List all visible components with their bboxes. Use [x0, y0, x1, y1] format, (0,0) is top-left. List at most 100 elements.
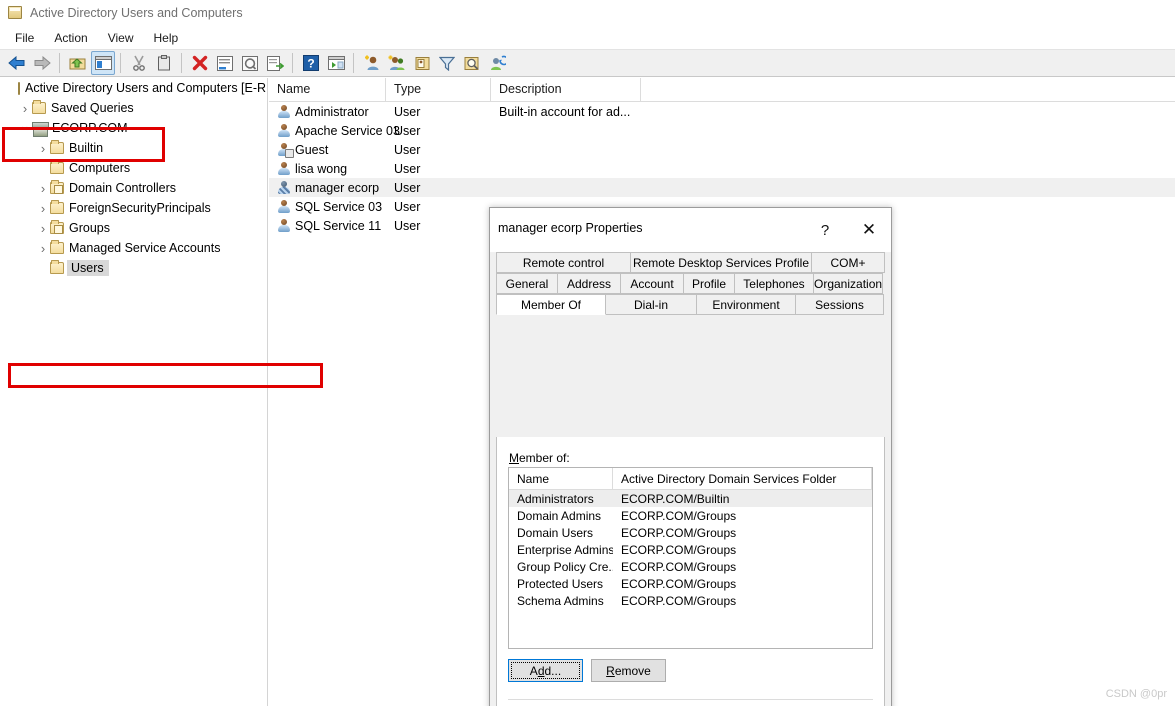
member-of-label: Member of: — [509, 451, 570, 465]
list-item[interactable]: Apache Service 03 User — [269, 121, 1175, 140]
chevron-right-icon[interactable] — [36, 201, 50, 216]
cut-icon[interactable] — [127, 51, 151, 75]
tab-remote-desktop-services-profile[interactable]: Remote Desktop Services Profile — [630, 252, 812, 273]
tree-item-domain-controllers[interactable]: Domain Controllers — [0, 178, 267, 198]
active-directory-window: Active Directory Users and Computers Fil… — [0, 0, 1175, 706]
tab-telephones[interactable]: Telephones — [734, 273, 814, 294]
member-of-row[interactable]: Group Policy Cre... ECORP.COM/Groups — [509, 558, 872, 575]
column-header-name[interactable]: Name — [509, 468, 613, 489]
tab-address[interactable]: Address — [557, 273, 621, 294]
tab-sessions[interactable]: Sessions — [795, 294, 884, 315]
member-of-row-highlighted[interactable]: Protected Users ECORP.COM/Groups — [509, 575, 872, 592]
menu-file[interactable]: File — [6, 28, 43, 48]
tree-item-label: Users — [67, 260, 109, 276]
menu-help[interactable]: Help — [145, 28, 188, 48]
add-button[interactable]: Add... — [508, 659, 583, 682]
tab-account[interactable]: Account — [620, 273, 684, 294]
list-item[interactable]: Administrator User Built-in account for … — [269, 102, 1175, 121]
up-folder-icon[interactable] — [66, 51, 90, 75]
refresh-icon[interactable] — [238, 51, 262, 75]
tree-item-users[interactable]: Users — [0, 258, 267, 278]
tab-environment[interactable]: Environment — [696, 294, 796, 315]
tab-row-2: General Address Account Profile Telephon… — [496, 273, 885, 294]
list-item-name-cell: SQL Service 03 — [269, 200, 386, 214]
member-of-row[interactable]: Domain Admins ECORP.COM/Groups — [509, 507, 872, 524]
chevron-right-icon[interactable] — [18, 101, 32, 116]
new-contact-icon[interactable] — [410, 51, 434, 75]
properties-icon[interactable] — [213, 51, 237, 75]
tree-item-groups[interactable]: Groups — [0, 218, 267, 238]
copy-paste-icon[interactable] — [152, 51, 176, 75]
tree-item-builtin[interactable]: Builtin — [0, 138, 267, 158]
close-icon[interactable]: ✕ — [847, 208, 891, 252]
member-of-row-folder: ECORP.COM/Groups — [621, 593, 737, 608]
remove-button[interactable]: Remove — [591, 659, 666, 682]
tab-member-of[interactable]: Member Of — [496, 294, 606, 315]
user-properties-dialog: manager ecorp Properties ? ✕ Remote cont… — [489, 207, 892, 706]
member-of-row[interactable]: Enterprise Admins ECORP.COM/Groups — [509, 541, 872, 558]
member-of-row-folder: ECORP.COM/Groups — [621, 576, 737, 591]
list-item-selected[interactable]: manager ecorp User — [269, 178, 1175, 197]
member-of-row-name: Enterprise Admins — [517, 542, 613, 557]
column-header-ad-folder[interactable]: Active Directory Domain Services Folder — [613, 468, 872, 489]
member-of-label-mnemonic: M — [509, 451, 519, 465]
tab-profile[interactable]: Profile — [683, 273, 735, 294]
tab-com-plus[interactable]: COM+ — [811, 252, 885, 273]
ou-folder-icon — [50, 180, 64, 194]
menubar: File Action View Help — [0, 26, 1175, 49]
tab-dial-in[interactable]: Dial-in — [605, 294, 697, 315]
delete-icon[interactable] — [188, 51, 212, 75]
toolbar: ? — [0, 49, 1175, 77]
list-item[interactable]: Guest User — [269, 140, 1175, 159]
tree-item-computers[interactable]: Computers — [0, 158, 267, 178]
help-icon[interactable]: ? — [299, 51, 323, 75]
list-item-name: manager ecorp — [295, 180, 380, 195]
tree-item-ecorp-com[interactable]: ECORP.COM — [0, 118, 267, 138]
help-question-icon[interactable]: ? — [803, 208, 847, 252]
chevron-right-icon[interactable] — [36, 141, 50, 156]
show-action-pane-icon[interactable] — [324, 51, 348, 75]
chevron-down-icon[interactable] — [18, 120, 32, 136]
chevron-right-icon[interactable] — [36, 181, 50, 196]
member-of-row-folder: ECORP.COM/Groups — [621, 542, 737, 557]
member-of-row-name: Protected Users — [517, 576, 604, 591]
tree-item-label: Saved Queries — [51, 101, 134, 115]
chevron-right-icon[interactable] — [36, 221, 50, 236]
filter-icon[interactable] — [435, 51, 459, 75]
tree-item-root[interactable]: Active Directory Users and Computers [E-… — [0, 78, 267, 98]
chevron-right-icon[interactable] — [36, 241, 50, 256]
folder-icon — [32, 100, 46, 114]
user-icon — [277, 105, 290, 118]
tree-item-label: Groups — [69, 221, 110, 235]
forward-arrow-icon[interactable] — [30, 51, 54, 75]
new-group-icon[interactable] — [385, 51, 409, 75]
saved-query-icon[interactable] — [485, 51, 509, 75]
console-tree-pane[interactable]: Active Directory Users and Computers [E-… — [0, 78, 268, 706]
member-of-row[interactable]: Schema Admins ECORP.COM/Groups — [509, 592, 872, 609]
tab-general[interactable]: General — [496, 273, 558, 294]
user-icon — [277, 219, 290, 232]
tab-organization[interactable]: Organization — [813, 273, 883, 294]
menu-view[interactable]: View — [99, 28, 143, 48]
member-of-row-folder: ECORP.COM/Groups — [621, 559, 737, 574]
tree-item-foreignsecurityprincipals[interactable]: ForeignSecurityPrincipals — [0, 198, 267, 218]
column-header-name[interactable]: Name — [269, 78, 386, 101]
show-hide-console-tree-icon[interactable] — [91, 51, 115, 75]
dialog-titlebar: manager ecorp Properties ? ✕ — [490, 208, 891, 252]
member-of-row[interactable]: Administrators ECORP.COM/Builtin — [509, 490, 872, 507]
list-item[interactable]: lisa wong User — [269, 159, 1175, 178]
export-list-icon[interactable] — [263, 51, 287, 75]
column-header-type[interactable]: Type — [386, 78, 491, 101]
back-arrow-icon[interactable] — [5, 51, 29, 75]
menu-action[interactable]: Action — [45, 28, 96, 48]
list-item-type: User — [394, 123, 421, 138]
member-of-listview[interactable]: Name Active Directory Domain Services Fo… — [508, 467, 873, 649]
tree-item-saved-queries[interactable]: Saved Queries — [0, 98, 267, 118]
member-of-row[interactable]: Domain Users ECORP.COM/Groups — [509, 524, 872, 541]
tab-remote-control[interactable]: Remote control — [496, 252, 631, 273]
tree-item-managed-service-accounts[interactable]: Managed Service Accounts — [0, 238, 267, 258]
column-header-description[interactable]: Description — [491, 78, 641, 101]
new-user-icon[interactable] — [360, 51, 384, 75]
find-icon[interactable] — [460, 51, 484, 75]
folder-icon — [50, 140, 64, 154]
